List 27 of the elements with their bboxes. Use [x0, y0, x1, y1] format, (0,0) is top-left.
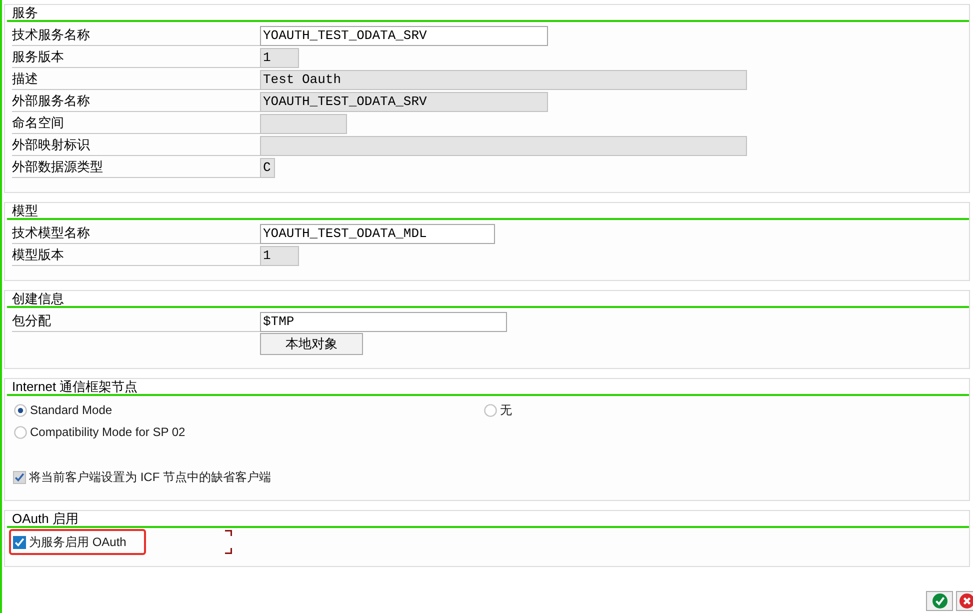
checkmark-icon: [932, 593, 948, 609]
section-title: 创建信息: [12, 291, 64, 306]
cancel-button[interactable]: [956, 591, 973, 611]
section-title: 服务: [12, 5, 38, 20]
field-label: 外部映射标识: [12, 135, 260, 156]
field-label: 外部数据源类型: [12, 157, 260, 178]
text-field[interactable]: YOAUTH_TEST_ODATA_MDL: [260, 224, 495, 244]
confirm-button[interactable]: [926, 591, 953, 611]
close-icon: [959, 593, 973, 609]
field-label: 服务版本: [12, 47, 260, 68]
field-label: 包分配: [12, 311, 260, 332]
local-object-button[interactable]: 本地对象: [260, 333, 363, 355]
field-label: 模型版本: [12, 245, 260, 266]
text-field[interactable]: YOAUTH_TEST_ODATA_SRV: [260, 26, 548, 46]
text-field[interactable]: $TMP: [260, 312, 507, 332]
section-title: Internet 通信框架节点: [12, 379, 138, 394]
field-label: 技术服务名称: [12, 25, 260, 46]
field-label: 描述: [12, 69, 260, 90]
field-label: 命名空间: [12, 113, 260, 134]
radio-option[interactable]: 无: [484, 402, 512, 418]
section-title: OAuth 启用: [12, 511, 78, 526]
field-label: 外部服务名称: [12, 91, 260, 112]
field-label: 技术模型名称: [12, 223, 260, 244]
section-title: 模型: [12, 203, 38, 218]
radio-option[interactable]: Compatibility Mode for SP 02: [14, 424, 186, 440]
checkbox-option[interactable]: 为服务启用 OAuth: [13, 534, 126, 550]
radio-option[interactable]: Standard Mode: [14, 402, 112, 418]
